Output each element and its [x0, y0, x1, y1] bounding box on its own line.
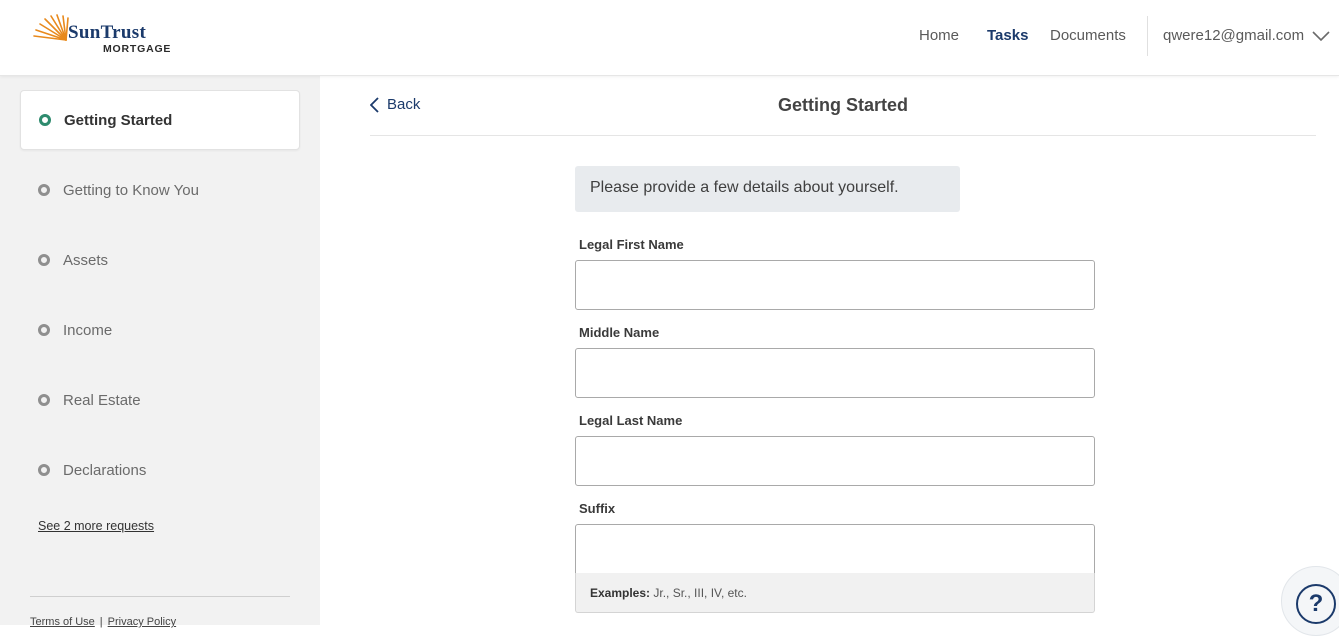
top-header: SunTrust MORTGAGE Home Tasks Documents q…: [0, 0, 1339, 76]
step-label: Declarations: [63, 461, 147, 479]
legal-first-name-input[interactable]: [575, 260, 1095, 310]
step-label: Income: [63, 321, 113, 339]
middle-name-input[interactable]: [575, 348, 1095, 398]
footer-links: Terms of Use | Privacy Policy: [30, 616, 176, 628]
nav-documents[interactable]: Documents: [1050, 27, 1126, 44]
suffix-hint: Examples: Jr., Sr., III, IV, etc.: [575, 573, 1095, 613]
step-status-icon: [38, 254, 50, 266]
brand-sub: MORTGAGE: [103, 43, 172, 55]
step-getting-started[interactable]: Getting Started: [20, 90, 300, 150]
step-declarations[interactable]: Declarations: [20, 440, 300, 500]
help-button[interactable]: ?: [1281, 566, 1339, 636]
nav-tasks[interactable]: Tasks: [987, 27, 1028, 44]
brand-name: SunTrust: [68, 22, 147, 43]
question-circle-icon: ?: [1296, 584, 1336, 624]
step-label: Getting Started: [64, 111, 173, 129]
legal-first-name-label: Legal First Name: [579, 237, 684, 252]
legal-last-name-label: Legal Last Name: [579, 413, 683, 428]
sidebar-divider: [30, 596, 290, 597]
privacy-policy-link[interactable]: Privacy Policy: [108, 616, 176, 628]
back-label: Back: [387, 96, 421, 113]
page-title: Getting Started: [777, 95, 908, 115]
steps-sidebar: Getting Started Getting to Know You Asse…: [0, 76, 320, 628]
step-label: Getting to Know You: [63, 181, 199, 199]
chevron-down-icon: [1312, 30, 1330, 41]
suffix-label: Suffix: [579, 501, 616, 516]
intro-message: Please provide a few details about yours…: [575, 166, 960, 212]
step-status-icon: [38, 324, 50, 336]
title-divider: [370, 135, 1316, 136]
footer-separator: |: [99, 616, 103, 628]
nav-home[interactable]: Home: [919, 27, 959, 44]
middle-name-label: Middle Name: [579, 325, 660, 340]
step-status-icon: [39, 114, 51, 126]
suffix-input[interactable]: [575, 524, 1095, 574]
terms-of-use-link[interactable]: Terms of Use: [30, 616, 95, 628]
step-income[interactable]: Income: [20, 300, 300, 360]
chevron-left-icon: [370, 96, 379, 113]
suffix-hint-text: Jr., Sr., III, IV, etc.: [653, 586, 747, 600]
step-label: Real Estate: [63, 391, 141, 409]
step-label: Assets: [63, 251, 109, 269]
step-status-icon: [38, 394, 50, 406]
step-real-estate[interactable]: Real Estate: [20, 370, 300, 430]
step-getting-to-know-you[interactable]: Getting to Know You: [20, 160, 300, 220]
suntrust-mortgage-logo[interactable]: SunTrust MORTGAGE: [30, 14, 180, 58]
user-email: qwere12@gmail.com: [1163, 27, 1305, 44]
nav-divider: [1147, 16, 1148, 56]
sunburst-logo-icon: [33, 14, 69, 41]
user-menu[interactable]: qwere12@gmail.com: [1163, 27, 1330, 44]
back-button[interactable]: Back: [370, 96, 420, 113]
legal-last-name-input[interactable]: [575, 436, 1095, 486]
see-more-requests-link[interactable]: See 2 more requests: [38, 519, 154, 533]
step-assets[interactable]: Assets: [20, 230, 300, 290]
step-status-icon: [38, 464, 50, 476]
suffix-hint-bold: Examples:: [590, 586, 651, 600]
step-status-icon: [38, 184, 50, 196]
